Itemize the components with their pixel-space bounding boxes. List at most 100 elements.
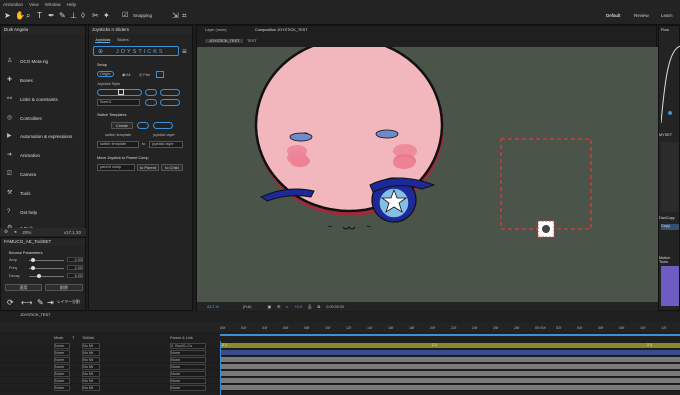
split-icon[interactable]: ⇥ xyxy=(47,298,54,307)
pen-icon[interactable]: ✎ xyxy=(37,298,44,307)
duik-item-links[interactable]: ⚯ Links & constraints xyxy=(7,96,58,102)
layer-row[interactable]: Norm No Mt 2. Box01-Co xyxy=(0,343,680,349)
style-slot-4[interactable] xyxy=(145,99,157,106)
region-icon[interactable]: ▣ xyxy=(267,304,271,309)
duik-item-tools[interactable]: ⚒ Tools xyxy=(7,190,31,196)
mode-select[interactable]: Norm xyxy=(54,357,70,363)
motion-tools-grid[interactable] xyxy=(661,266,679,306)
menu-animation[interactable]: Animation xyxy=(3,2,23,7)
trkmat-select[interactable]: No Mt xyxy=(82,343,100,349)
duik-item-controllers[interactable]: ◎ Controllers xyxy=(7,115,42,121)
menu-window[interactable]: Window xyxy=(45,2,61,7)
comp-subtab-test[interactable]: TEST xyxy=(247,39,257,43)
origin-flat-radio[interactable]: ◎ Flat xyxy=(139,72,150,77)
type-tool-icon[interactable]: T xyxy=(37,11,42,21)
layer-bar[interactable] xyxy=(220,343,680,348)
brush-tool-icon[interactable]: ✎ xyxy=(59,11,66,21)
myset-thumbs[interactable] xyxy=(661,142,679,212)
pen-tool-icon[interactable]: ✒ xyxy=(48,11,55,21)
layer-bar[interactable] xyxy=(220,350,680,355)
mode-select[interactable]: Norm xyxy=(54,343,70,349)
duik-item-automation[interactable]: ▶ Automation & expressions xyxy=(7,133,72,139)
keyframe-marker[interactable]: 2.1 xyxy=(222,343,227,347)
switch-template-select[interactable]: switch template xyxy=(97,141,139,148)
comp-viewer[interactable] xyxy=(197,47,658,302)
create-slot-2[interactable] xyxy=(153,122,173,129)
duik-item-animation[interactable]: ➜ Animation xyxy=(7,152,40,158)
selection-tool-icon[interactable]: ➤ xyxy=(4,11,11,21)
layer-row[interactable]: Norm No Mt None xyxy=(0,378,680,384)
layer-bar[interactable] xyxy=(220,378,680,383)
parent-select[interactable]: None xyxy=(170,350,206,356)
composition-tab[interactable]: Composition JOYSTICK_TEST xyxy=(255,28,308,32)
mode-select[interactable]: Norm xyxy=(54,385,70,391)
duik-item-camera[interactable]: ⎚ Camera xyxy=(7,171,36,177)
hand-tool-icon[interactable]: ✋ xyxy=(15,11,25,21)
trkmat-select[interactable]: No Mt xyxy=(82,357,100,363)
snap-option-icon[interactable]: ⇲ xyxy=(172,11,179,21)
create-slot-1[interactable] xyxy=(137,122,149,129)
joysticks-tab[interactable]: Joysticks n Sliders xyxy=(89,26,192,34)
menu-help[interactable]: Help xyxy=(67,2,76,7)
parent-select[interactable]: None xyxy=(170,378,206,384)
layer-row[interactable]: Norm No Mt None xyxy=(0,364,680,370)
layer-row[interactable]: Norm No Mt None xyxy=(0,385,680,391)
trkmat-select[interactable]: No Mt xyxy=(82,371,100,377)
layer-row[interactable]: Norm No Mt None xyxy=(0,350,680,356)
layer-split-label[interactable]: レイヤー分割 xyxy=(57,300,80,305)
quality-select[interactable]: (Full) xyxy=(243,305,252,309)
exposure-value[interactable]: +0.0 xyxy=(295,305,303,309)
workspace-review[interactable]: Review xyxy=(634,13,649,18)
parent-select[interactable]: 2. Box01-Co xyxy=(170,343,206,349)
reload-icon[interactable]: ⟳ xyxy=(7,298,14,307)
apply-button[interactable]: 適用 xyxy=(5,284,42,291)
eraser-tool-icon[interactable]: ◊ xyxy=(81,11,85,21)
decay-value[interactable]: 6.00 xyxy=(67,273,83,278)
keyframe-marker[interactable]: 2.2 xyxy=(647,343,652,347)
amp-value[interactable]: 0.03 xyxy=(67,257,83,262)
clone-tool-icon[interactable]: ⊥ xyxy=(70,11,77,21)
puppet-tool-icon[interactable]: ✦ xyxy=(103,11,110,21)
copy-button[interactable]: Copy xyxy=(661,224,679,230)
style-slot-3[interactable] xyxy=(160,89,180,96)
amp-slider-handle[interactable] xyxy=(31,258,35,262)
layer-bar[interactable] xyxy=(220,385,680,390)
mode-select[interactable]: Norm xyxy=(54,378,70,384)
channel-icon[interactable]: ✿ xyxy=(317,304,320,309)
workspace-learn[interactable]: Learn xyxy=(661,13,673,18)
flow-curve-graph[interactable] xyxy=(661,38,680,128)
menu-view[interactable]: View xyxy=(29,2,39,7)
keyframe-marker[interactable]: 2.2 xyxy=(432,343,437,347)
parent-select[interactable]: None xyxy=(170,385,206,391)
decay-slider[interactable] xyxy=(29,276,64,277)
style-square-icon[interactable] xyxy=(118,89,124,95)
comp-subtab-main[interactable]: JOYSTICK_TEST xyxy=(205,39,244,43)
snapping-checkbox[interactable]: ☑ xyxy=(122,11,128,21)
work-area-bar[interactable] xyxy=(220,334,680,336)
style-select[interactable]: Size01 xyxy=(97,99,140,106)
parent-comp-select[interactable]: parent comp xyxy=(97,164,135,171)
subtab-joysticks[interactable]: Joysticks xyxy=(95,38,111,43)
mode-select[interactable]: Norm xyxy=(54,350,70,356)
expand-icon[interactable]: ⟷ xyxy=(21,298,32,307)
decay-slider-handle[interactable] xyxy=(37,274,41,278)
style-slot-5[interactable] xyxy=(160,99,180,106)
layer-bar[interactable] xyxy=(220,364,680,369)
freq-slider-handle[interactable] xyxy=(31,266,35,270)
layer-bar[interactable] xyxy=(220,357,680,362)
mode-select[interactable]: Norm xyxy=(54,364,70,370)
camera-snapshot-icon[interactable]: ⎙ xyxy=(308,305,311,309)
joystick-handle[interactable] xyxy=(537,220,555,238)
origin-select[interactable]: Origin: xyxy=(97,71,115,77)
workspace-default[interactable]: Default xyxy=(606,13,620,18)
origin-all-radio[interactable]: ◉ All xyxy=(122,72,130,77)
time-ruler[interactable]: 00f 02f 04f 06f 08f 10f 12f 14f 16f 18f 20f 22f 24f 2… xyxy=(220,326,680,334)
trkmat-select[interactable]: No Mt xyxy=(82,378,100,384)
layer-bar[interactable] xyxy=(220,371,680,376)
parent-select[interactable]: None xyxy=(170,357,206,363)
joystick-layer-select[interactable]: joystick layer xyxy=(149,141,183,148)
trkmat-select[interactable]: No Mt xyxy=(82,385,100,391)
playhead[interactable] xyxy=(220,341,221,395)
mask-icon[interactable]: ◐ xyxy=(286,305,288,309)
subtab-sliders[interactable]: Sliders xyxy=(117,38,129,42)
